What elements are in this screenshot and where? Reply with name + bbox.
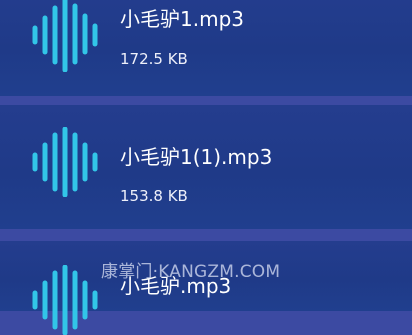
file-size: 153.8 KB: [120, 187, 188, 205]
file-row[interactable]: 小毛驴1.mp3 172.5 KB: [0, 0, 412, 96]
file-size: 172.5 KB: [120, 50, 188, 68]
audio-waveform-icon: [32, 0, 98, 72]
file-name: 小毛驴1(1).mp3: [120, 145, 273, 169]
audio-waveform-icon: [32, 265, 98, 335]
file-name: 小毛驴1.mp3: [120, 7, 244, 31]
file-row[interactable]: 小毛驴1(1).mp3 153.8 KB: [0, 105, 412, 229]
audio-waveform-icon: [32, 127, 98, 197]
watermark: 康掌门·KANGZM.COM: [101, 262, 281, 282]
file-list: 小毛驴1.mp3 172.5 KB 小毛驴1(1).mp3 153.8 KB 小…: [0, 0, 412, 335]
